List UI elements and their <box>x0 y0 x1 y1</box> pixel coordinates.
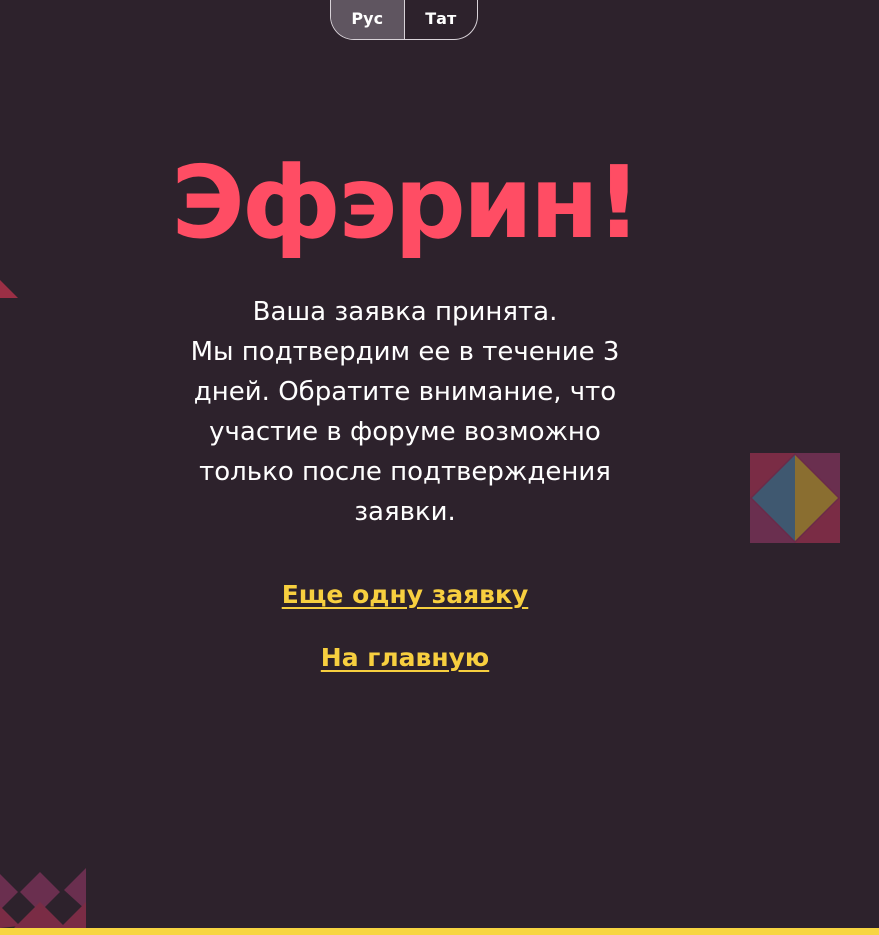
bottom-accent-bar <box>0 928 879 935</box>
lang-option-rus[interactable]: Рус <box>331 0 405 39</box>
message-line-2: Мы подтвердим ее в течение 3 дней. Обрат… <box>190 337 620 527</box>
home-link[interactable]: На главную <box>0 643 810 672</box>
page-title: Эфэрин! <box>171 144 641 261</box>
another-application-link[interactable]: Еще одну заявку <box>0 580 810 609</box>
lang-option-tat[interactable]: Тат <box>405 0 478 39</box>
confirmation-message: Ваша заявка принята. Мы подтвердим ее в … <box>175 292 635 532</box>
zigzag-ornament-decoration <box>0 866 86 928</box>
left-triangle-decoration <box>0 280 18 298</box>
language-switch: Рус Тат <box>330 0 478 40</box>
diamond-ornament-decoration <box>750 453 840 543</box>
message-line-1: Ваша заявка принята. <box>252 297 558 327</box>
